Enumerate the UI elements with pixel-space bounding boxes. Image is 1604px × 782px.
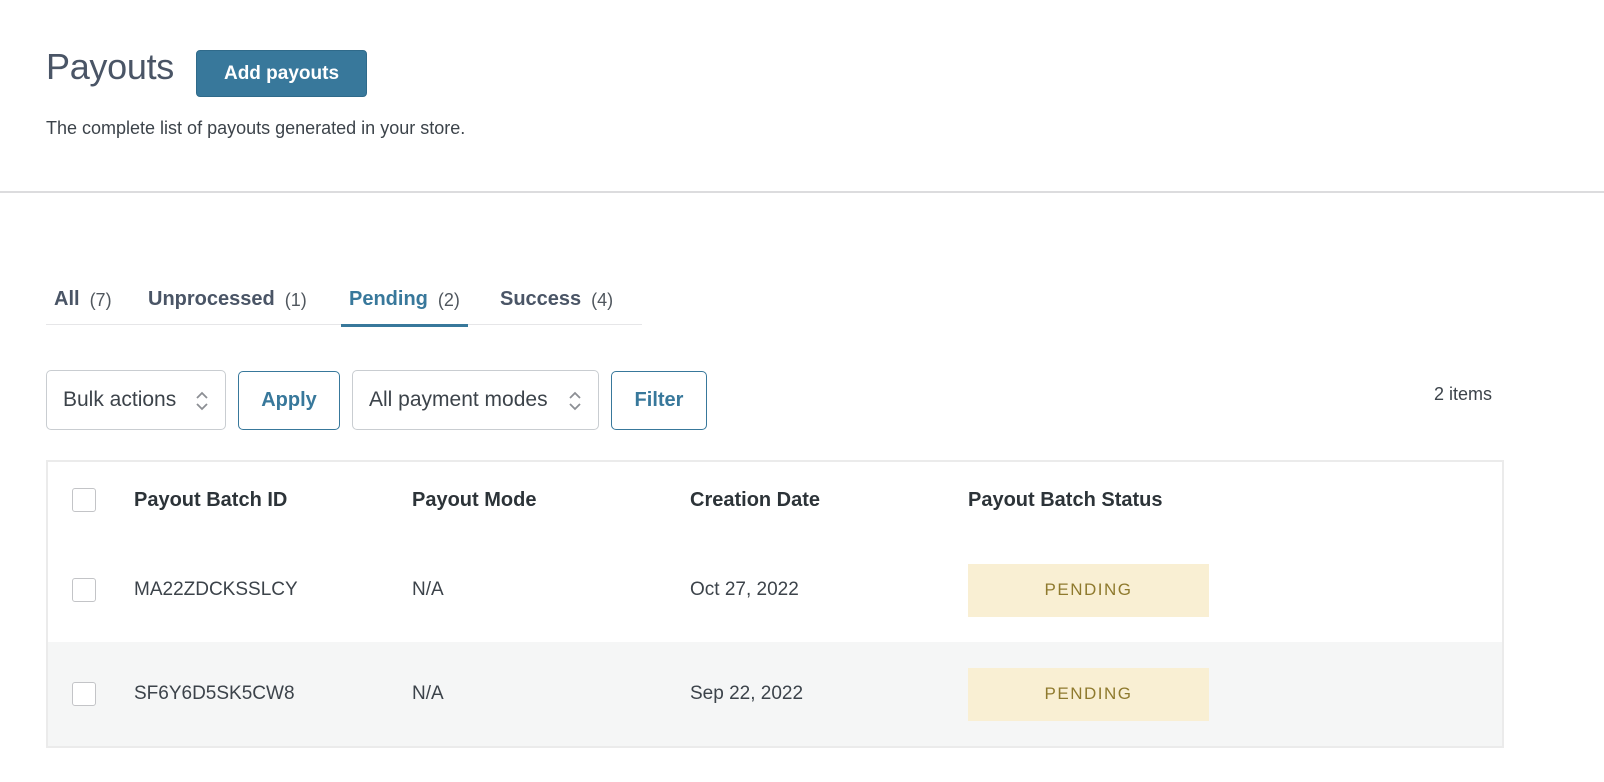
creation-date: Sep 22, 2022	[690, 683, 804, 704]
tab-label: Pending	[349, 288, 428, 310]
column-header-creation-date[interactable]: Creation Date	[690, 462, 820, 538]
bulk-actions-value: Bulk actions	[63, 388, 177, 411]
page-title: Payouts	[46, 46, 174, 87]
tab-count: (1)	[284, 290, 307, 310]
tab-count: (7)	[89, 290, 112, 310]
apply-button[interactable]: Apply	[238, 371, 340, 430]
filter-button[interactable]: Filter	[611, 371, 707, 430]
batch-id[interactable]: SF6Y6D5SK5CW8	[134, 642, 295, 746]
payment-modes-value: All payment modes	[369, 388, 548, 411]
status-cell: PENDING	[968, 538, 1209, 642]
column-header-payout-mode[interactable]: Payout Mode	[412, 462, 536, 538]
tab-pending[interactable]: Pending (2)	[341, 283, 468, 327]
item-count: 2 items	[1433, 384, 1492, 404]
column-header-batch-status[interactable]: Payout Batch Status	[968, 462, 1162, 538]
payment-modes-select[interactable]: All payment modes	[352, 370, 599, 430]
page-subtitle: The complete list of payouts generated i…	[46, 118, 466, 138]
tab-count: (2)	[437, 290, 460, 310]
table-row[interactable]: MA22ZDCKSSLCY N/A Oct 27, 2022 PENDING	[48, 538, 1502, 642]
row-checkbox[interactable]	[72, 578, 96, 602]
bulk-actions-select[interactable]: Bulk actions	[46, 370, 226, 430]
add-payouts-button[interactable]: Add payouts	[196, 50, 367, 97]
payout-mode: N/A	[412, 579, 444, 600]
chevron-up-down-icon	[569, 391, 581, 411]
tab-unprocessed[interactable]: Unprocessed (1)	[148, 283, 307, 325]
select-all-checkbox[interactable]	[72, 488, 96, 512]
tab-label: Success	[500, 288, 582, 310]
chevron-up-down-icon	[196, 391, 208, 411]
table-header-row: Payout Batch ID Payout Mode Creation Dat…	[48, 462, 1502, 538]
payouts-table: Payout Batch ID Payout Mode Creation Dat…	[46, 460, 1504, 748]
tab-label: Unprocessed	[148, 288, 275, 310]
row-checkbox[interactable]	[72, 682, 96, 706]
status-cell: PENDING	[968, 642, 1209, 746]
batch-id[interactable]: MA22ZDCKSSLCY	[134, 538, 298, 642]
payouts-page: Payouts Add payouts The complete list of…	[0, 0, 1604, 782]
tab-success[interactable]: Success (4)	[500, 283, 613, 325]
page-header: Payouts Add payouts The complete list of…	[0, 0, 1604, 193]
column-header-batch-id[interactable]: Payout Batch ID	[134, 462, 287, 538]
table-row[interactable]: SF6Y6D5SK5CW8 N/A Sep 22, 2022 PENDING	[48, 642, 1502, 746]
status-badge: PENDING	[968, 563, 1209, 617]
tab-count: (4)	[591, 290, 614, 310]
status-tabs: All (7) Unprocessed (1) Pending (2) Succ…	[46, 283, 642, 327]
payout-mode: N/A	[412, 683, 444, 704]
status-badge: PENDING	[968, 667, 1209, 721]
creation-date: Oct 27, 2022	[690, 579, 799, 600]
tab-label: All	[54, 288, 80, 310]
tab-all[interactable]: All (7)	[54, 283, 112, 325]
